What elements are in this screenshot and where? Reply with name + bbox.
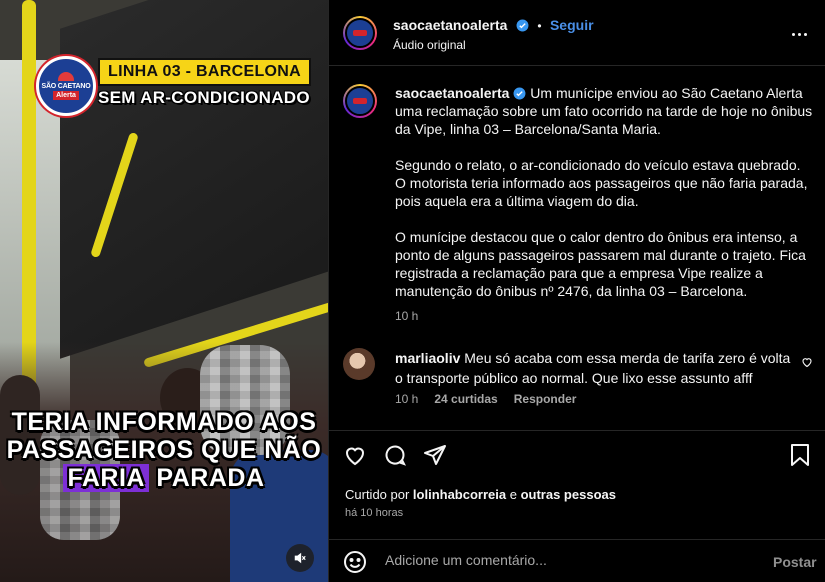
post-comment-button[interactable]: Postar <box>773 554 817 570</box>
post-header: saocaetanoalerta • Seguir Áudio original <box>329 0 825 66</box>
caption-author-avatar[interactable] <box>343 84 377 118</box>
reply-button[interactable]: Responder <box>514 392 577 406</box>
sao-caetano-alerta-logo: SÃO CAETANO Alerta <box>36 56 96 116</box>
follow-button[interactable]: Seguir <box>550 17 594 33</box>
action-bar: Curtido por lolinhabcorreia e outras pes… <box>329 430 825 582</box>
mute-button[interactable] <box>286 544 314 572</box>
like-icon[interactable] <box>343 443 367 467</box>
caption-text: Um munícipe enviou ao São Caetano Alerta… <box>395 85 813 299</box>
liked-user-link[interactable]: lolinhabcorreia <box>413 487 506 502</box>
audio-label[interactable]: Áudio original <box>393 38 466 52</box>
comment-like-icon[interactable] <box>801 356 813 368</box>
liked-by: Curtido por lolinhabcorreia e outras pes… <box>345 487 616 502</box>
speaker-muted-icon <box>294 552 306 564</box>
issue-tag: SEM AR-CONDICIONADO <box>98 88 310 107</box>
comment-likes[interactable]: 24 curtidas <box>434 392 497 406</box>
route-tag: LINHA 03 - BARCELONA <box>98 58 311 86</box>
author-username[interactable]: saocaetanoalerta <box>393 17 507 33</box>
emoji-icon[interactable] <box>343 550 367 574</box>
author-avatar[interactable] <box>343 16 377 50</box>
comment-time: 10 h <box>395 392 419 406</box>
post-media[interactable]: SÃO CAETANO Alerta LINHA 03 - BARCELONA … <box>0 0 328 582</box>
save-icon[interactable] <box>789 443 811 467</box>
video-caption: TERIA INFORMADO AOS PASSAGEIROS QUE NÃO … <box>6 408 322 492</box>
liked-others-link[interactable]: outras pessoas <box>521 487 616 502</box>
add-comment-bar: Postar <box>329 539 825 582</box>
comment-username[interactable]: marliaoliv <box>395 350 460 366</box>
caption-time: 10 h <box>395 309 419 323</box>
commenter-avatar[interactable] <box>343 348 375 380</box>
verified-badge-icon <box>516 19 529 32</box>
post-details-panel: saocaetanoalerta • Seguir Áudio original… <box>328 0 825 582</box>
share-icon[interactable] <box>423 443 447 467</box>
more-options-icon[interactable] <box>789 24 809 44</box>
post-timestamp: há 10 horas <box>345 507 404 519</box>
comment-input[interactable] <box>385 552 745 568</box>
verified-badge-icon <box>513 87 526 100</box>
comment-icon[interactable] <box>383 443 407 467</box>
caption-username[interactable]: saocaetanoalerta <box>395 85 509 101</box>
